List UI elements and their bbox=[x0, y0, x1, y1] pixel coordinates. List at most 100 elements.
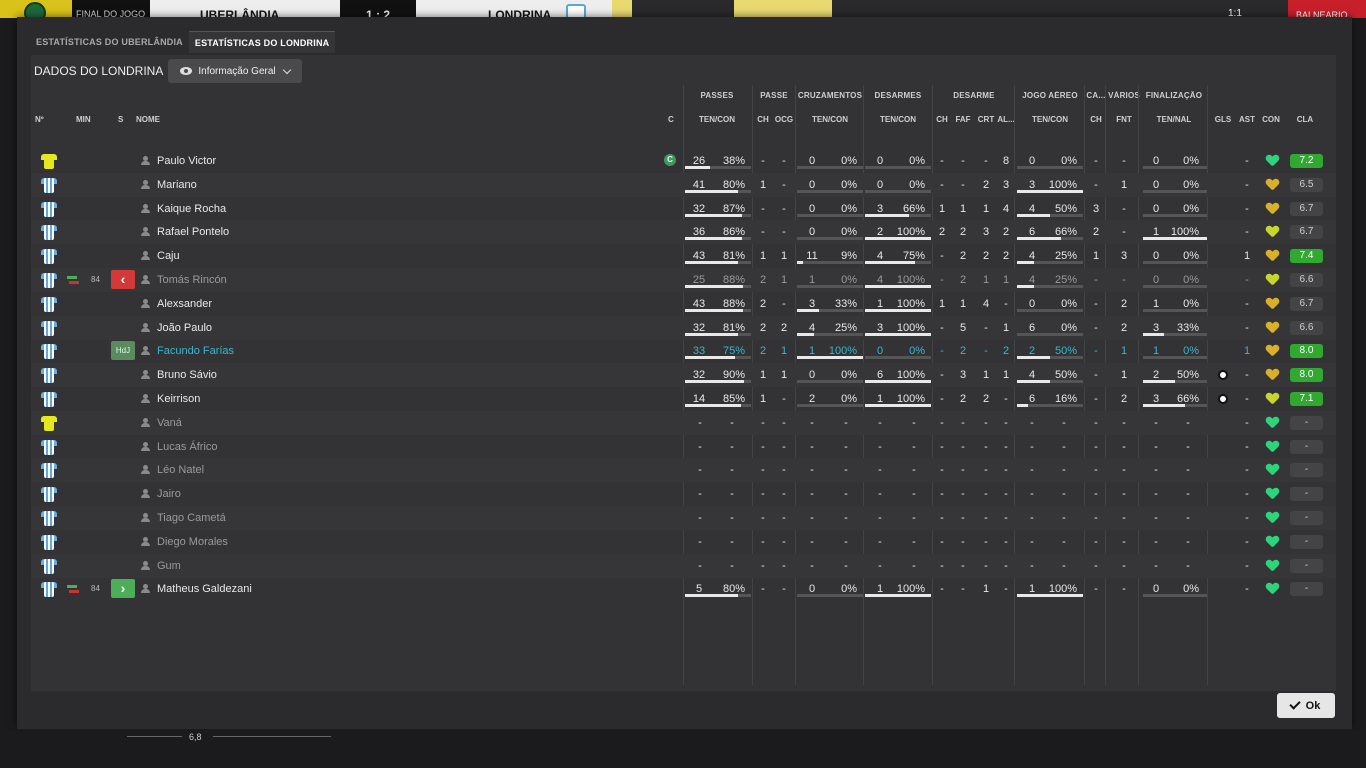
condition-heart-icon bbox=[1266, 560, 1279, 572]
player-name[interactable]: Alexsander bbox=[157, 292, 212, 316]
column-header[interactable]: FNT bbox=[1107, 115, 1141, 127]
passes-attempted: 43 bbox=[692, 297, 706, 310]
player-name[interactable]: Lucas Áfrico bbox=[157, 435, 218, 459]
other-match[interactable]: BALNEARIO bbox=[1288, 0, 1366, 18]
table-row[interactable]: Kaique Rocha 32 87% - -0 0% 3 66% 1 1 1 4 4 50% 3-0 0% -… bbox=[31, 197, 1336, 221]
player-name[interactable]: Rafael Pontelo bbox=[157, 220, 229, 244]
crosses-attempted: 3 bbox=[808, 297, 816, 310]
tackle-completion: 100% bbox=[896, 297, 925, 310]
stat-bar-fill bbox=[797, 332, 814, 336]
player-name[interactable]: João Paulo bbox=[157, 316, 212, 340]
player-name[interactable]: Léo Natel bbox=[157, 458, 204, 482]
player-name[interactable]: Gum bbox=[157, 554, 181, 578]
table-row[interactable]: Caju 43 81% 1 1 11 9% 4 75% -2 2 2 4 25% 1 3 0 0% 1 7.4 bbox=[31, 244, 1336, 268]
ok-button[interactable]: Ok bbox=[1277, 693, 1335, 718]
check-icon bbox=[1288, 698, 1301, 710]
table-row[interactable]: Vaná - - - - - - - - - - - - - - - - - - - - bbox=[31, 410, 1336, 435]
column-header[interactable]: CH bbox=[1086, 115, 1106, 127]
stat-value: - bbox=[761, 535, 765, 548]
player-name[interactable]: Tiago Cametá bbox=[157, 506, 226, 530]
player-name[interactable]: Keirrison bbox=[157, 387, 200, 411]
tab-home-stats[interactable]: ESTATÍSTICAS DO UBERLÂNDIA bbox=[30, 31, 189, 53]
column-header[interactable]: Nº bbox=[35, 115, 55, 127]
pass-completion: 81% bbox=[722, 321, 745, 334]
stat-bar-fill bbox=[865, 308, 931, 312]
table-row[interactable]: Jairo - - - - - - - - - - - - - - - - - - - - bbox=[31, 482, 1336, 506]
player-name[interactable]: Kaique Rocha bbox=[157, 197, 226, 221]
table-row[interactable]: 84 › Matheus Galdezani 5 80% - -0 0% 1 100% - -1-1 1… bbox=[31, 577, 1336, 601]
column-header[interactable]: TEN/CON bbox=[1016, 115, 1084, 127]
table-row[interactable]: 84 ‹ Tomás Rincón 25 88% 2 1 1 0% 4 100% -2 1 1 4 25% - -… bbox=[31, 268, 1336, 292]
player-name[interactable]: Jairo bbox=[157, 482, 181, 506]
column-header[interactable]: CH bbox=[934, 115, 950, 127]
player-rating: - bbox=[1290, 487, 1323, 502]
table-row[interactable]: Diego Morales - - - - - - - - - - - - - - - - - - - - bbox=[31, 530, 1336, 554]
player-name[interactable]: Vaná bbox=[157, 411, 182, 435]
column-header[interactable]: TEN/CON bbox=[796, 115, 864, 127]
table-row[interactable]: Tiago Cametá - - - - - - - - - - - - - - - - - - - - bbox=[31, 506, 1336, 530]
player-name[interactable]: Tomás Rincón bbox=[157, 268, 227, 292]
tackle-completion: 100% bbox=[896, 369, 925, 382]
stat-bar bbox=[1143, 261, 1207, 265]
table-row[interactable]: Bruno Sávio 32 90% 1 1 0 0% 6 100% -3 1 1 4 50% -1 2 50%… bbox=[31, 363, 1336, 388]
stat-value: - bbox=[912, 535, 916, 548]
column-header[interactable]: CRT bbox=[975, 115, 997, 127]
table-row[interactable]: Rafael Pontelo 36 86% - -0 0% 2 100% 2 2 3 2 6 66% 2-1… bbox=[31, 220, 1336, 245]
player-name[interactable]: Facundo Farías bbox=[157, 339, 234, 363]
interceptions: 1 bbox=[982, 202, 990, 215]
stat-bar bbox=[797, 285, 863, 288]
table-row[interactable]: João Paulo 32 81% 2 2 4 25% 3 100% -5-1 6 0% -2 3 33% -… bbox=[31, 315, 1336, 340]
stat-bar bbox=[865, 356, 931, 360]
table-row[interactable]: Keirrison 14 85% 1 - 2 0% 1 100% - 2 2 - 6 16% - 2 3 66% - 7… bbox=[31, 387, 1336, 411]
stat-value: - bbox=[761, 416, 765, 429]
shirt-icon bbox=[41, 247, 57, 265]
player-icon bbox=[141, 536, 150, 546]
substitution-icon bbox=[67, 276, 79, 284]
shots: 1 bbox=[1152, 345, 1160, 358]
view-selector[interactable]: Informação Geral bbox=[168, 59, 302, 83]
column-header[interactable]: GLS bbox=[1211, 115, 1235, 127]
stat-bar bbox=[685, 308, 751, 312]
column-header[interactable]: AL... bbox=[996, 115, 1016, 127]
fouls-against: 1 bbox=[1120, 369, 1128, 382]
key-passes: 1 bbox=[759, 250, 767, 263]
stat-value: - bbox=[1186, 535, 1190, 548]
column-header[interactable]: OCG bbox=[773, 115, 795, 127]
column-header[interactable]: NOME bbox=[136, 115, 176, 127]
column-header[interactable]: TEN/CON bbox=[864, 115, 932, 127]
shots-on-target-rate: 0% bbox=[1183, 178, 1199, 191]
player-name[interactable]: Matheus Galdezani bbox=[157, 577, 252, 601]
column-header[interactable]: TEN/CON bbox=[683, 115, 751, 127]
player-name[interactable]: Bruno Sávio bbox=[157, 363, 217, 387]
table-row[interactable]: Léo Natel - - - - - - - - - - - - - - - - - - - - bbox=[31, 458, 1336, 483]
column-header[interactable]: CON bbox=[1259, 115, 1283, 127]
column-header[interactable]: MIN bbox=[76, 115, 100, 127]
pass-completion: 75% bbox=[722, 345, 745, 358]
headers-attempted: 0 bbox=[1028, 297, 1036, 310]
column-header[interactable]: AST bbox=[1236, 115, 1258, 127]
table-row[interactable]: Alexsander 43 88% 2-3 33% 1 100% 1 1 4-0 0% -2 1 0% -6… bbox=[31, 292, 1336, 316]
player-name[interactable]: Paulo Victor bbox=[157, 149, 216, 173]
column-header[interactable]: S bbox=[118, 115, 126, 127]
column-header[interactable]: C bbox=[668, 115, 678, 127]
column-group-header: CRUZAMENTOS bbox=[797, 91, 863, 100]
stat-value: - bbox=[810, 488, 814, 501]
player-name[interactable]: Mariano bbox=[157, 173, 197, 197]
passes-attempted: 32 bbox=[692, 321, 706, 334]
column-header[interactable]: TEN/NAL bbox=[1141, 115, 1207, 127]
table-row[interactable]: HdJ Facundo Farías 33 75% 2 1 1 100% 0 0% -2-2 2 50%… bbox=[31, 339, 1336, 363]
player-icon bbox=[141, 322, 150, 332]
table-row[interactable]: Paulo Victor C 26 38% - - 0 0% 0 0% - - - 8 0 0% - - 0 0% - 7… bbox=[31, 149, 1336, 173]
player-icon bbox=[141, 227, 150, 237]
stat-value: - bbox=[1062, 512, 1066, 524]
tab-away-stats[interactable]: ESTATÍSTICAS DO LONDRINA bbox=[188, 31, 336, 53]
column-header[interactable]: FAF bbox=[952, 115, 974, 127]
column-header[interactable]: CLA bbox=[1287, 115, 1323, 127]
table-row[interactable]: Gum - - - - - - - - - - - - - - - - - - - - bbox=[31, 553, 1336, 578]
player-name[interactable]: Diego Morales bbox=[157, 530, 228, 554]
table-row[interactable]: Lucas Áfrico - - - - - - - - - - - - - - - - - - - - bbox=[31, 435, 1336, 459]
player-name[interactable]: Caju bbox=[157, 244, 180, 268]
stat-bar bbox=[1017, 285, 1083, 288]
column-header[interactable]: CH bbox=[753, 115, 773, 127]
table-row[interactable]: Mariano 41 80% 1-0 0% 0 0% - -2 3 3 100% -1 0 0% -6.5 bbox=[31, 172, 1336, 197]
